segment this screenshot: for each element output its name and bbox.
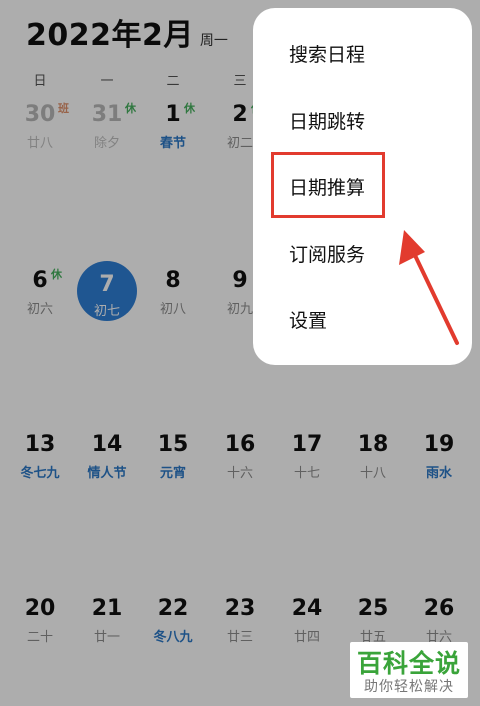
menu-item-search-schedule[interactable]: 搜索日程 xyxy=(253,20,472,86)
annotation-arrow-icon xyxy=(399,230,459,345)
menu-item-label: 设置 xyxy=(289,310,328,332)
watermark-logo: 百科全说 助你轻松解决 xyxy=(350,642,468,698)
menu-item-date-jump[interactable]: 日期跳转 xyxy=(253,87,472,153)
watermark-subtitle: 助你轻松解决 xyxy=(364,679,454,695)
menu-item-label: 搜索日程 xyxy=(289,44,366,66)
watermark-title: 百科全说 xyxy=(356,649,461,678)
menu-item-label: 订阅服务 xyxy=(289,244,366,266)
annotation-highlight-box xyxy=(271,152,385,218)
menu-item-label: 日期跳转 xyxy=(289,111,366,133)
